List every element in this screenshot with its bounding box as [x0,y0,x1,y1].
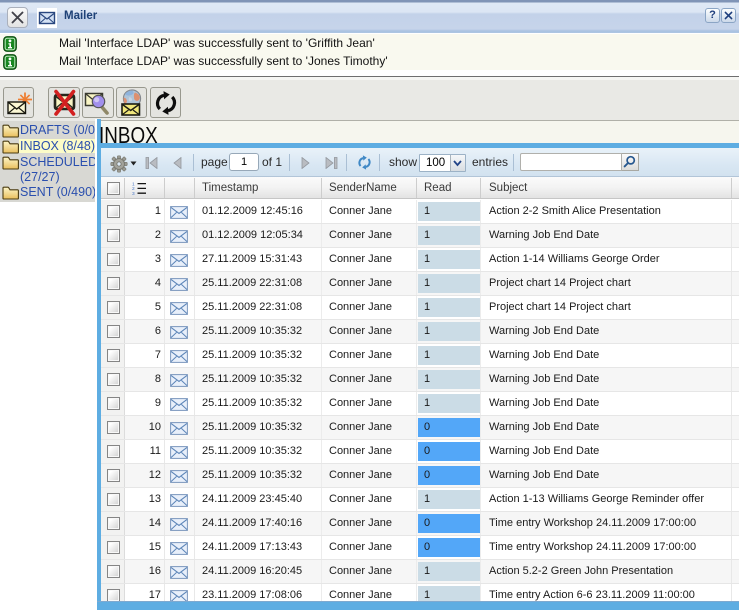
svg-text:3: 3 [132,191,135,195]
